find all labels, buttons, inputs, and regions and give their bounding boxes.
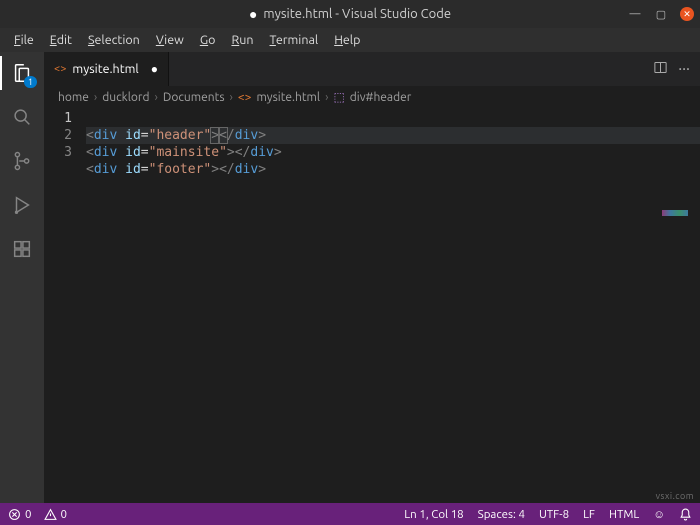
close-button[interactable]: ✕ [680, 7, 694, 21]
activity-run-debug[interactable] [9, 192, 35, 218]
line-gutter: 1 2 3 [44, 110, 86, 503]
explorer-badge: 1 [24, 76, 37, 88]
activity-bar: 1 [0, 52, 44, 503]
menu-terminal[interactable]: Terminal [262, 31, 327, 49]
activity-search[interactable] [9, 104, 35, 130]
window-title: mysite.html - Visual Studio Code [263, 7, 451, 21]
activity-explorer[interactable]: 1 [9, 60, 35, 86]
status-language[interactable]: HTML [609, 508, 639, 521]
code-editor[interactable]: 1 2 3 <div id="header"></div> <div id="m… [44, 108, 700, 503]
menu-view[interactable]: View [148, 31, 192, 49]
line-number: 1 [44, 110, 72, 127]
html-file-icon: <> [238, 91, 252, 104]
editor-group: <> mysite.html ● ··· home› ducklord› Doc… [44, 52, 700, 503]
window-controls: — ▢ ✕ [628, 7, 694, 21]
main-area: 1 <> mysite.html ● ··· home› [0, 52, 700, 503]
code-lines[interactable]: <div id="header"></div> <div id="mainsit… [86, 110, 700, 503]
more-actions-icon[interactable]: ··· [678, 60, 690, 78]
menu-bar: File Edit Selection View Go Run Terminal… [0, 28, 700, 52]
status-encoding[interactable]: UTF-8 [539, 508, 569, 521]
activity-extensions[interactable] [9, 236, 35, 262]
breadcrumb-segment[interactable]: mysite.html [256, 91, 320, 104]
minimap[interactable] [662, 210, 688, 216]
menu-go[interactable]: Go [192, 31, 224, 49]
breadcrumb-segment[interactable]: home [58, 91, 89, 104]
tab-row: <> mysite.html ● ··· [44, 52, 700, 86]
status-notifications-icon[interactable] [679, 508, 692, 521]
split-editor-icon[interactable] [653, 60, 668, 79]
activity-source-control[interactable] [9, 148, 35, 174]
minimize-button[interactable]: — [628, 7, 642, 21]
title-bar: ● mysite.html - Visual Studio Code — ▢ ✕ [0, 0, 700, 28]
menu-edit[interactable]: Edit [42, 31, 80, 49]
breadcrumb-segment[interactable]: div#header [350, 91, 412, 104]
symbol-icon: ⬚ [333, 90, 344, 104]
menu-help[interactable]: Help [326, 31, 368, 49]
tab-dirty-icon: ● [151, 62, 158, 76]
status-warnings[interactable]: 0 [44, 508, 68, 521]
menu-selection[interactable]: Selection [80, 31, 148, 49]
html-file-icon: <> [54, 63, 66, 75]
status-eol[interactable]: LF [583, 508, 595, 521]
status-indentation[interactable]: Spaces: 4 [478, 508, 525, 521]
tab-mysite[interactable]: <> mysite.html ● [44, 52, 169, 86]
menu-run[interactable]: Run [223, 31, 261, 49]
line-number: 3 [44, 144, 72, 161]
tab-actions: ··· [643, 52, 700, 86]
status-errors[interactable]: 0 [8, 508, 32, 521]
line-number: 2 [44, 127, 72, 144]
menu-file[interactable]: File [6, 31, 42, 49]
dirty-indicator-icon: ● [249, 6, 257, 22]
tab-filename: mysite.html [72, 62, 138, 76]
status-cursor-position[interactable]: Ln 1, Col 18 [404, 508, 463, 521]
breadcrumb-segment[interactable]: Documents [163, 91, 225, 104]
maximize-button[interactable]: ▢ [654, 7, 668, 21]
breadcrumb-segment[interactable]: ducklord [102, 91, 149, 104]
breadcrumbs[interactable]: home› ducklord› Documents› <> mysite.htm… [44, 86, 700, 108]
status-feedback-icon[interactable]: ☺ [653, 508, 665, 521]
status-bar: 0 0 Ln 1, Col 18 Spaces: 4 UTF-8 LF HTML… [0, 503, 700, 525]
